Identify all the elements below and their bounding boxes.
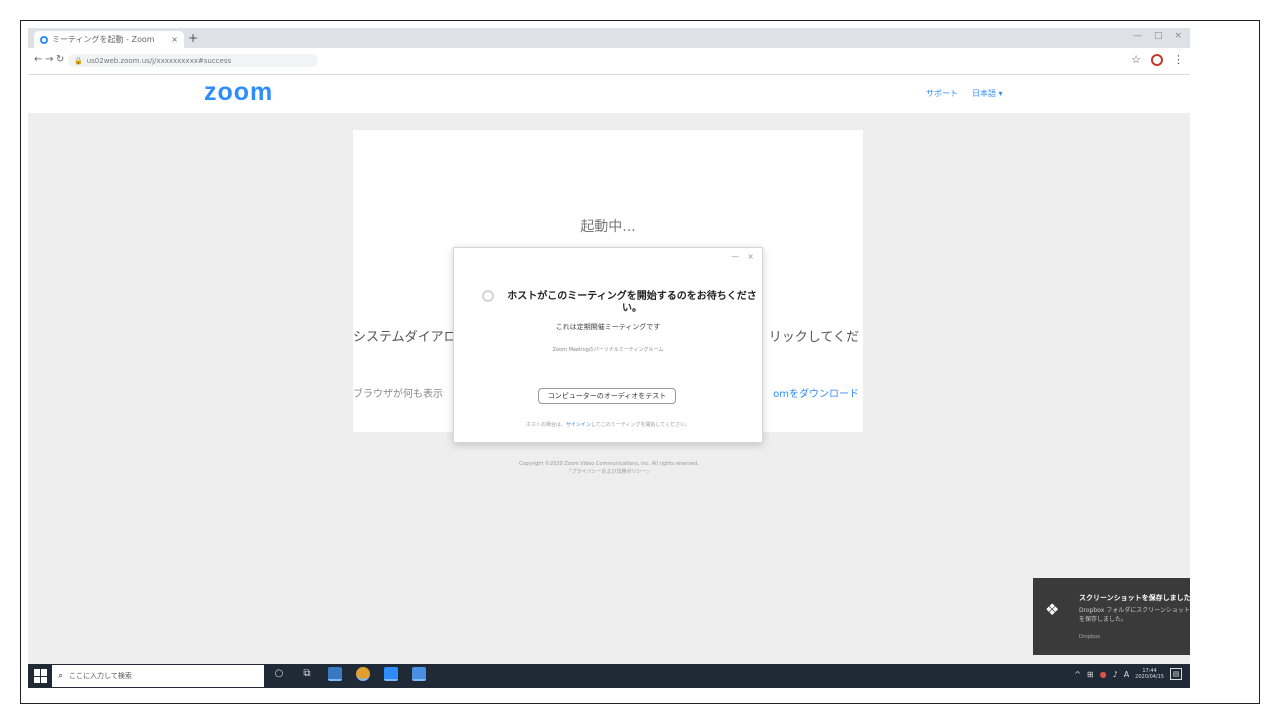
lock-icon: 🔒 <box>74 56 83 65</box>
minimize-button[interactable]: — <box>1133 31 1142 41</box>
language-select[interactable]: 日本語 ▾ <box>972 88 1003 99</box>
store-app-icon[interactable] <box>384 667 398 681</box>
taskbar-apps: ○ ⧉ <box>272 667 426 681</box>
host-note-prefix: ホストの場合は、 <box>525 422 566 428</box>
address-bar[interactable]: 🔒 us02web.zoom.us/j/xxxxxxxxxx#success <box>68 54 318 67</box>
window-controls: — □ × <box>1133 31 1182 41</box>
meeting-name: Zoom Meetingのパーソナルミーティングルーム <box>552 347 664 353</box>
host-signin-note: ホストの場合は、サインインしてこのミーティングを開始してください。 <box>454 421 762 428</box>
start-tile <box>41 669 47 676</box>
close-window-button[interactable]: × <box>1174 31 1182 41</box>
recurring-meeting-text: これは定期開催ミーティングです <box>555 323 661 331</box>
browser-toolbar: ← → ↻ 🔒 us02web.zoom.us/j/xxxxxxxxxx#suc… <box>28 48 1190 75</box>
tab-close-icon[interactable]: × <box>171 35 178 44</box>
screen: ミーティングを起動 - Zoom × + — □ × ← → ↻ 🔒 us02w… <box>28 28 1190 688</box>
maximize-button[interactable]: □ <box>1154 31 1163 41</box>
page-footer: Copyright ©2020 Zoom Video Communication… <box>28 460 1190 476</box>
bookmark-star-icon[interactable]: ☆ <box>1131 53 1141 66</box>
launching-text: 起動中... <box>580 219 636 235</box>
new-tab-button[interactable]: + <box>188 31 198 45</box>
test-computer-audio-button[interactable]: コンピューターのオーディオをテスト <box>538 388 676 404</box>
tray-chevron-icon[interactable]: ^ <box>1074 670 1081 679</box>
start-tile <box>34 669 40 676</box>
forward-arrow-icon[interactable]: → <box>45 54 53 65</box>
start-tile <box>41 676 47 683</box>
dialog-controls: — × <box>731 252 754 261</box>
zoom-favicon-icon <box>40 35 48 44</box>
task-view-icon[interactable]: ⧉ <box>300 667 314 681</box>
dialog-close-button[interactable]: × <box>747 252 754 261</box>
zoom-logo[interactable]: zoom <box>204 78 273 107</box>
tab-title: ミーティングを起動 - Zoom <box>52 35 155 44</box>
browser-tab[interactable]: ミーティングを起動 - Zoom × <box>34 31 184 48</box>
copyright-text: Copyright ©2020 Zoom Video Communication… <box>519 461 699 467</box>
waiting-for-host-dialog: — × ホストがこのミーティングを開始するのをお待ちください。 これは定期開催ミ… <box>453 247 763 443</box>
explorer-app-icon[interactable] <box>328 667 342 681</box>
toolbar-right: ☆ ⋮ <box>1131 53 1184 66</box>
system-dialog-message-right: リックしてくだ <box>768 330 859 345</box>
extension-icon[interactable] <box>1151 53 1163 66</box>
start-tile <box>34 676 40 683</box>
windows-taskbar: ⌕ ここに入力して検索 ○ ⧉ ^ ⊞ ● ♪ A 17:44 2020/04/… <box>28 664 1190 688</box>
network-icon[interactable]: ⊞ <box>1087 670 1094 679</box>
chrome-app-icon[interactable] <box>356 667 370 681</box>
dialog-title: ホストがこのミーティングを開始するのをお待ちください。 <box>507 291 757 314</box>
ime-icon[interactable]: A <box>1124 670 1129 679</box>
dropbox-tray-icon[interactable]: ● <box>1100 670 1107 679</box>
system-tray: ^ ⊞ ● ♪ A 17:44 2020/04/15 ▤ <box>1074 668 1182 680</box>
toast-body: Dropbox フォルダにスクリーンショット を保存しました。 <box>1079 606 1190 624</box>
browser-note-left: ブラウザが何も表示 <box>353 389 443 400</box>
dialog-minimize-button[interactable]: — <box>731 252 739 261</box>
dropbox-notification[interactable]: ❖ スクリーンショットを保存しました Dropbox フォルダにスクリーンショッ… <box>1033 578 1190 655</box>
reload-icon[interactable]: ↻ <box>56 54 64 65</box>
browser-tab-bar: ミーティングを起動 - Zoom × + — □ × <box>28 28 1190 48</box>
volume-icon[interactable]: ♪ <box>1113 670 1118 679</box>
search-icon: ⌕ <box>58 671 64 681</box>
zoom-header: zoom サポート 日本語 ▾ <box>28 75 1190 113</box>
header-links: サポート 日本語 ▾ <box>926 88 1003 99</box>
taskbar-search-placeholder: ここに入力して検索 <box>69 672 132 680</box>
loading-spinner-icon <box>482 290 494 302</box>
dropbox-icon: ❖ <box>1045 600 1060 619</box>
zoom-app-icon[interactable] <box>412 667 426 681</box>
system-dialog-message-left: システムダイアロ <box>353 330 457 345</box>
action-center-icon[interactable]: ▤ <box>1170 668 1182 680</box>
download-zoom-link[interactable]: omをダウンロード <box>773 385 859 400</box>
cortana-icon[interactable]: ○ <box>272 667 286 681</box>
windows-start-icon[interactable] <box>34 669 48 683</box>
menu-kebab-icon[interactable]: ⋮ <box>1173 53 1184 66</box>
sign-in-link[interactable]: サインイン <box>566 422 591 428</box>
toast-title: スクリーンショットを保存しました <box>1079 594 1190 602</box>
back-arrow-icon[interactable]: ← <box>34 54 42 65</box>
toast-body-line1: Dropbox フォルダにスクリーンショット <box>1079 607 1190 614</box>
toast-source: Dropbox <box>1079 634 1101 640</box>
taskbar-search-box[interactable]: ⌕ ここに入力して検索 <box>52 665 264 687</box>
address-bar-url: us02web.zoom.us/j/xxxxxxxxxx#success <box>86 56 232 65</box>
toast-body-line2: を保存しました。 <box>1079 616 1128 623</box>
support-link[interactable]: サポート <box>926 88 958 99</box>
host-note-suffix: してこのミーティングを開始してください。 <box>590 422 691 428</box>
privacy-link[interactable]: 「プライバシーおよび法務ポリシー」 <box>28 468 1190 476</box>
clock-date: 2020/04/15 <box>1135 674 1164 680</box>
taskbar-clock[interactable]: 17:44 2020/04/15 <box>1135 668 1164 680</box>
